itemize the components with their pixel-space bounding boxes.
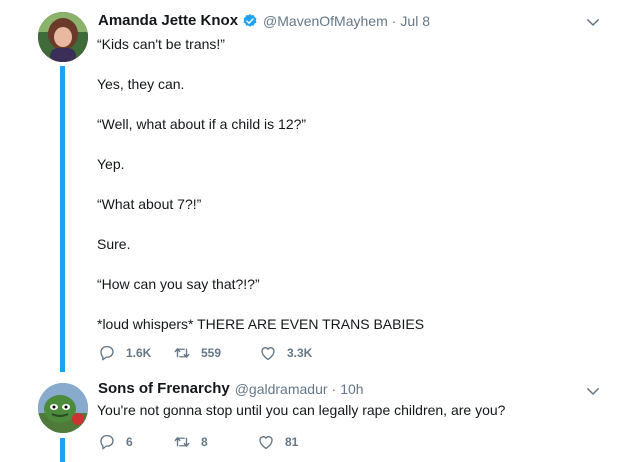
tweet-line: “Well, what about if a child is 12?” xyxy=(97,116,307,132)
tweet[interactable]: Amanda Jette Knox @MavenOfMayhem · Jul 8… xyxy=(0,0,626,372)
like-count: 81 xyxy=(285,435,299,449)
thread-line xyxy=(60,438,65,462)
retweet-button[interactable]: 8 xyxy=(173,433,257,451)
tweet-line: Yes, they can. xyxy=(97,76,185,92)
tweet-text: “Kids can't be trans!” Yes, they can. “W… xyxy=(97,34,597,334)
tweet-header: Sons of Frenarchy @galdramadur · 10h xyxy=(98,379,364,399)
tweet[interactable]: Sons of Frenarchy @galdramadur · 10h You… xyxy=(0,372,626,462)
author-handle[interactable]: @galdramadur xyxy=(235,379,328,399)
tweet-text: You're not gonna stop until you can lega… xyxy=(97,400,597,420)
author-handle[interactable]: @MavenOfMayhem xyxy=(263,11,388,31)
chevron-down-icon[interactable] xyxy=(584,382,602,400)
reply-count: 6 xyxy=(126,435,133,449)
retweet-count: 8 xyxy=(201,435,208,449)
separator: · xyxy=(391,13,397,29)
tweet-line: You're not gonna stop until you can lega… xyxy=(97,402,506,418)
like-button[interactable]: 3.3K xyxy=(259,344,312,362)
reply-count: 1.6K xyxy=(126,346,152,360)
tweet-actions: 6 8 81 xyxy=(98,433,298,451)
tweet-line: “What about 7?!” xyxy=(97,196,202,212)
heart-icon xyxy=(259,436,273,450)
tweet-line: “How can you say that?!?” xyxy=(97,276,260,292)
like-count: 3.3K xyxy=(287,346,313,360)
tweet-line: Yep. xyxy=(97,156,125,172)
avatar-photo xyxy=(38,383,88,433)
avatar[interactable] xyxy=(38,383,88,433)
timestamp[interactable]: 10h xyxy=(340,379,363,399)
heart-icon xyxy=(261,347,275,361)
retweet-button[interactable]: 559 xyxy=(173,344,259,362)
separator: · xyxy=(331,381,337,397)
verified-badge-icon xyxy=(243,14,257,27)
chevron-down-icon[interactable] xyxy=(584,13,602,31)
retweet-icon xyxy=(174,437,190,447)
tweet-line: “Kids can't be trans!” xyxy=(97,36,225,52)
reply-icon xyxy=(100,345,114,361)
author-name[interactable]: Sons of Frenarchy xyxy=(98,379,230,399)
thread-line xyxy=(60,66,65,372)
tweet-header: Amanda Jette Knox @MavenOfMayhem · Jul 8 xyxy=(98,11,430,31)
author-name[interactable]: Amanda Jette Knox xyxy=(98,11,238,31)
avatar[interactable] xyxy=(38,12,88,62)
tweet-line: Sure. xyxy=(97,236,131,252)
reply-icon xyxy=(100,434,114,450)
retweet-count: 559 xyxy=(201,346,222,360)
avatar-photo xyxy=(38,12,88,62)
timestamp[interactable]: Jul 8 xyxy=(400,11,430,31)
retweet-icon xyxy=(174,348,190,358)
reply-button[interactable]: 1.6K xyxy=(98,344,173,362)
tweet-actions: 1.6K 559 3.3K xyxy=(98,344,312,362)
tweet-line: *loud whispers* THERE ARE EVEN TRANS BAB… xyxy=(97,316,425,332)
reply-button[interactable]: 6 xyxy=(98,433,173,451)
like-button[interactable]: 81 xyxy=(257,433,298,451)
